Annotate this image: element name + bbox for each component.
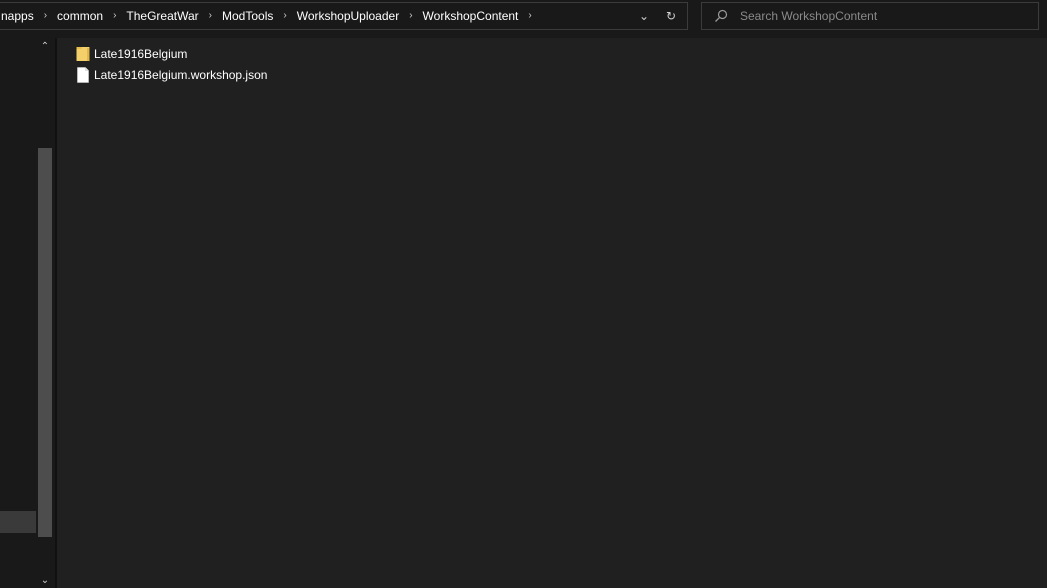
search-icon <box>715 9 728 22</box>
file-name: Late1916Belgium <box>94 47 188 61</box>
refresh-button[interactable]: ↻ <box>660 3 682 29</box>
document-icon <box>77 67 89 83</box>
scroll-down-arrow-icon[interactable]: ⌄ <box>37 572 53 588</box>
search-box[interactable] <box>701 2 1039 30</box>
search-input[interactable] <box>740 6 1030 26</box>
breadcrumb-separator-icon[interactable]: › <box>39 3 52 29</box>
breadcrumb-item-modtools[interactable]: ModTools <box>217 3 278 29</box>
list-item[interactable]: Late1916Belgium <box>76 44 187 64</box>
chevron-down-icon: ⌄ <box>638 9 650 23</box>
breadcrumb-item-workshopcontent[interactable]: WorkshopContent <box>418 3 524 29</box>
file-name: Late1916Belgium.workshop.json <box>94 68 268 82</box>
navigation-pane[interactable]: ⌃ ⌄ <box>0 38 55 588</box>
breadcrumb-separator-icon[interactable]: › <box>108 3 121 29</box>
breadcrumb-separator-icon[interactable]: › <box>204 3 217 29</box>
file-list[interactable]: Late1916Belgium Late1916Belgium.workshop… <box>57 38 1047 588</box>
nav-pane-scrollbar[interactable]: ⌃ ⌄ <box>37 38 53 588</box>
address-history-dropdown-button[interactable]: ⌄ <box>633 3 655 29</box>
breadcrumb: napps › common › TheGreatWar › ModTools … <box>0 3 537 29</box>
breadcrumb-separator-icon[interactable]: › <box>278 3 291 29</box>
breadcrumb-trailing-chevron-icon[interactable]: › <box>523 3 536 29</box>
scroll-up-arrow-icon[interactable]: ⌃ <box>37 38 53 54</box>
folder-icon <box>76 47 90 61</box>
address-bar[interactable]: napps › common › TheGreatWar › ModTools … <box>0 2 688 30</box>
refresh-icon: ↻ <box>665 9 677 23</box>
nav-selected-item[interactable] <box>0 511 36 533</box>
list-item[interactable]: Late1916Belgium.workshop.json <box>76 65 267 85</box>
scroll-thumb[interactable] <box>38 148 52 537</box>
breadcrumb-item-workshopuploader[interactable]: WorkshopUploader <box>292 3 405 29</box>
breadcrumb-item-napps[interactable]: napps <box>0 3 39 29</box>
breadcrumb-item-thegreatwar[interactable]: TheGreatWar <box>121 3 203 29</box>
breadcrumb-separator-icon[interactable]: › <box>404 3 417 29</box>
breadcrumb-item-common[interactable]: common <box>52 3 108 29</box>
explorer-toolbar: napps › common › TheGreatWar › ModTools … <box>0 0 1047 38</box>
